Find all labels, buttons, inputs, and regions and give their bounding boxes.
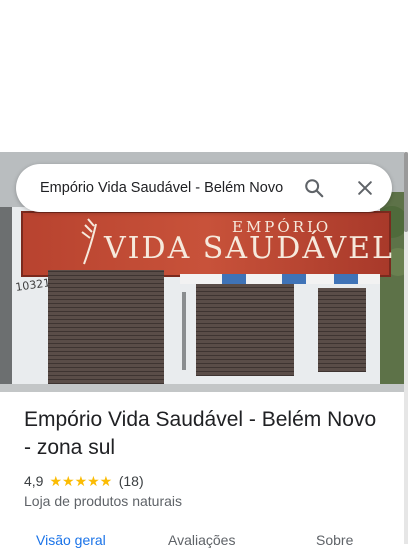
place-title: Empório Vida Saudável - Belém Novo - zon…: [24, 408, 377, 459]
search-input[interactable]: Empório Vida Saudável - Belém Novo: [40, 164, 290, 212]
review-count: (18): [118, 473, 144, 489]
close-button[interactable]: [351, 174, 379, 202]
rating-stars: ★★★★★: [49, 474, 112, 488]
tab-overview[interactable]: Visão geral: [36, 532, 106, 548]
scrollbar[interactable]: [404, 152, 408, 544]
map-blank-area: [0, 0, 408, 152]
search-button[interactable]: [300, 174, 328, 202]
place-tabs: Visão geral Avaliações Sobre: [0, 530, 404, 550]
rating-value: 4,9: [24, 473, 44, 489]
search-box[interactable]: Empório Vida Saudável - Belém Novo: [16, 164, 392, 212]
close-icon: [358, 181, 372, 195]
search-icon: [305, 179, 324, 198]
scrollbar-thumb[interactable]: [404, 152, 408, 232]
tab-reviews[interactable]: Avaliações: [168, 532, 235, 548]
tab-about[interactable]: Sobre: [316, 532, 353, 548]
place-category[interactable]: Loja de produtos naturais: [24, 493, 182, 509]
star-icon: ★★★★★: [49, 473, 113, 489]
rating-row[interactable]: 4,9 ★★★★★ (18): [24, 472, 144, 490]
place-details-panel: Empório Vida Saudável - Belém Novo - zon…: [0, 392, 404, 548]
